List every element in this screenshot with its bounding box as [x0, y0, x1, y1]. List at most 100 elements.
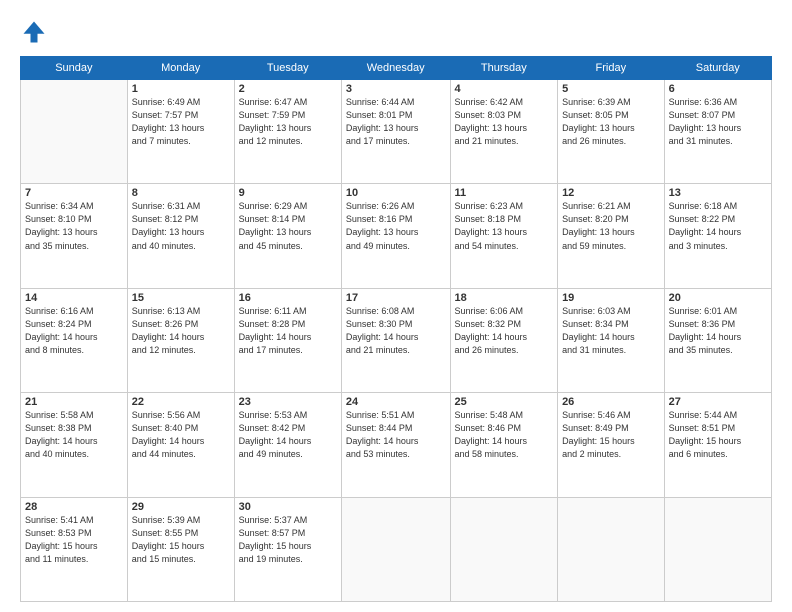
day-number: 18	[455, 292, 554, 304]
day-number: 13	[669, 187, 767, 199]
day-number: 15	[132, 292, 230, 304]
day-info: Sunrise: 6:18 AMSunset: 8:22 PMDaylight:…	[669, 200, 767, 252]
day-number: 9	[239, 187, 337, 199]
calendar-cell: 11Sunrise: 6:23 AMSunset: 8:18 PMDayligh…	[450, 184, 558, 288]
day-info: Sunrise: 5:41 AMSunset: 8:53 PMDaylight:…	[25, 514, 123, 566]
week-row-1: 1Sunrise: 6:49 AMSunset: 7:57 PMDaylight…	[21, 80, 772, 184]
weekday-header-wednesday: Wednesday	[341, 57, 450, 80]
weekday-header-friday: Friday	[558, 57, 665, 80]
calendar-cell: 15Sunrise: 6:13 AMSunset: 8:26 PMDayligh…	[127, 288, 234, 392]
calendar-cell: 23Sunrise: 5:53 AMSunset: 8:42 PMDayligh…	[234, 393, 341, 497]
calendar-cell: 19Sunrise: 6:03 AMSunset: 8:34 PMDayligh…	[558, 288, 665, 392]
calendar-cell: 8Sunrise: 6:31 AMSunset: 8:12 PMDaylight…	[127, 184, 234, 288]
day-info: Sunrise: 5:56 AMSunset: 8:40 PMDaylight:…	[132, 409, 230, 461]
day-info: Sunrise: 6:06 AMSunset: 8:32 PMDaylight:…	[455, 305, 554, 357]
day-info: Sunrise: 5:37 AMSunset: 8:57 PMDaylight:…	[239, 514, 337, 566]
day-info: Sunrise: 5:51 AMSunset: 8:44 PMDaylight:…	[346, 409, 446, 461]
day-number: 23	[239, 396, 337, 408]
logo	[20, 18, 52, 46]
day-number: 16	[239, 292, 337, 304]
calendar-cell: 20Sunrise: 6:01 AMSunset: 8:36 PMDayligh…	[664, 288, 771, 392]
day-number: 19	[562, 292, 660, 304]
page: SundayMondayTuesdayWednesdayThursdayFrid…	[0, 0, 792, 612]
calendar-cell: 6Sunrise: 6:36 AMSunset: 8:07 PMDaylight…	[664, 80, 771, 184]
day-info: Sunrise: 6:42 AMSunset: 8:03 PMDaylight:…	[455, 96, 554, 148]
calendar-cell: 30Sunrise: 5:37 AMSunset: 8:57 PMDayligh…	[234, 497, 341, 601]
calendar-cell: 1Sunrise: 6:49 AMSunset: 7:57 PMDaylight…	[127, 80, 234, 184]
day-number: 12	[562, 187, 660, 199]
calendar-cell: 4Sunrise: 6:42 AMSunset: 8:03 PMDaylight…	[450, 80, 558, 184]
calendar-cell: 9Sunrise: 6:29 AMSunset: 8:14 PMDaylight…	[234, 184, 341, 288]
day-number: 30	[239, 501, 337, 513]
header	[20, 18, 772, 46]
calendar-cell: 3Sunrise: 6:44 AMSunset: 8:01 PMDaylight…	[341, 80, 450, 184]
calendar-cell: 26Sunrise: 5:46 AMSunset: 8:49 PMDayligh…	[558, 393, 665, 497]
day-info: Sunrise: 6:08 AMSunset: 8:30 PMDaylight:…	[346, 305, 446, 357]
day-number: 28	[25, 501, 123, 513]
logo-icon	[20, 18, 48, 46]
day-number: 22	[132, 396, 230, 408]
day-info: Sunrise: 6:47 AMSunset: 7:59 PMDaylight:…	[239, 96, 337, 148]
calendar-cell: 25Sunrise: 5:48 AMSunset: 8:46 PMDayligh…	[450, 393, 558, 497]
day-info: Sunrise: 6:03 AMSunset: 8:34 PMDaylight:…	[562, 305, 660, 357]
week-row-4: 21Sunrise: 5:58 AMSunset: 8:38 PMDayligh…	[21, 393, 772, 497]
day-number: 10	[346, 187, 446, 199]
day-info: Sunrise: 6:31 AMSunset: 8:12 PMDaylight:…	[132, 200, 230, 252]
day-number: 26	[562, 396, 660, 408]
weekday-header-saturday: Saturday	[664, 57, 771, 80]
day-info: Sunrise: 6:49 AMSunset: 7:57 PMDaylight:…	[132, 96, 230, 148]
weekday-header-monday: Monday	[127, 57, 234, 80]
day-number: 6	[669, 83, 767, 95]
calendar-cell: 22Sunrise: 5:56 AMSunset: 8:40 PMDayligh…	[127, 393, 234, 497]
day-info: Sunrise: 6:16 AMSunset: 8:24 PMDaylight:…	[25, 305, 123, 357]
day-info: Sunrise: 5:53 AMSunset: 8:42 PMDaylight:…	[239, 409, 337, 461]
calendar-cell	[664, 497, 771, 601]
calendar-cell: 27Sunrise: 5:44 AMSunset: 8:51 PMDayligh…	[664, 393, 771, 497]
day-number: 7	[25, 187, 123, 199]
day-info: Sunrise: 5:46 AMSunset: 8:49 PMDaylight:…	[562, 409, 660, 461]
day-number: 2	[239, 83, 337, 95]
day-number: 29	[132, 501, 230, 513]
calendar-cell: 2Sunrise: 6:47 AMSunset: 7:59 PMDaylight…	[234, 80, 341, 184]
day-info: Sunrise: 5:58 AMSunset: 8:38 PMDaylight:…	[25, 409, 123, 461]
day-info: Sunrise: 6:36 AMSunset: 8:07 PMDaylight:…	[669, 96, 767, 148]
calendar-table: SundayMondayTuesdayWednesdayThursdayFrid…	[20, 56, 772, 602]
weekday-header-sunday: Sunday	[21, 57, 128, 80]
day-number: 24	[346, 396, 446, 408]
day-number: 1	[132, 83, 230, 95]
day-info: Sunrise: 6:11 AMSunset: 8:28 PMDaylight:…	[239, 305, 337, 357]
calendar-cell: 18Sunrise: 6:06 AMSunset: 8:32 PMDayligh…	[450, 288, 558, 392]
calendar-cell	[450, 497, 558, 601]
day-number: 4	[455, 83, 554, 95]
day-info: Sunrise: 5:39 AMSunset: 8:55 PMDaylight:…	[132, 514, 230, 566]
calendar-cell: 13Sunrise: 6:18 AMSunset: 8:22 PMDayligh…	[664, 184, 771, 288]
day-info: Sunrise: 6:34 AMSunset: 8:10 PMDaylight:…	[25, 200, 123, 252]
calendar-cell: 14Sunrise: 6:16 AMSunset: 8:24 PMDayligh…	[21, 288, 128, 392]
day-info: Sunrise: 6:13 AMSunset: 8:26 PMDaylight:…	[132, 305, 230, 357]
week-row-2: 7Sunrise: 6:34 AMSunset: 8:10 PMDaylight…	[21, 184, 772, 288]
calendar-cell: 17Sunrise: 6:08 AMSunset: 8:30 PMDayligh…	[341, 288, 450, 392]
day-number: 8	[132, 187, 230, 199]
day-number: 20	[669, 292, 767, 304]
day-info: Sunrise: 6:21 AMSunset: 8:20 PMDaylight:…	[562, 200, 660, 252]
day-info: Sunrise: 5:48 AMSunset: 8:46 PMDaylight:…	[455, 409, 554, 461]
day-number: 5	[562, 83, 660, 95]
calendar-cell: 12Sunrise: 6:21 AMSunset: 8:20 PMDayligh…	[558, 184, 665, 288]
calendar-cell	[21, 80, 128, 184]
calendar-cell	[341, 497, 450, 601]
calendar-cell: 10Sunrise: 6:26 AMSunset: 8:16 PMDayligh…	[341, 184, 450, 288]
calendar-cell: 29Sunrise: 5:39 AMSunset: 8:55 PMDayligh…	[127, 497, 234, 601]
day-number: 14	[25, 292, 123, 304]
calendar-cell: 16Sunrise: 6:11 AMSunset: 8:28 PMDayligh…	[234, 288, 341, 392]
day-number: 3	[346, 83, 446, 95]
day-info: Sunrise: 6:26 AMSunset: 8:16 PMDaylight:…	[346, 200, 446, 252]
day-number: 21	[25, 396, 123, 408]
calendar-cell	[558, 497, 665, 601]
day-number: 17	[346, 292, 446, 304]
day-info: Sunrise: 6:39 AMSunset: 8:05 PMDaylight:…	[562, 96, 660, 148]
day-number: 25	[455, 396, 554, 408]
day-number: 27	[669, 396, 767, 408]
day-info: Sunrise: 6:23 AMSunset: 8:18 PMDaylight:…	[455, 200, 554, 252]
weekday-header-tuesday: Tuesday	[234, 57, 341, 80]
weekday-header-thursday: Thursday	[450, 57, 558, 80]
